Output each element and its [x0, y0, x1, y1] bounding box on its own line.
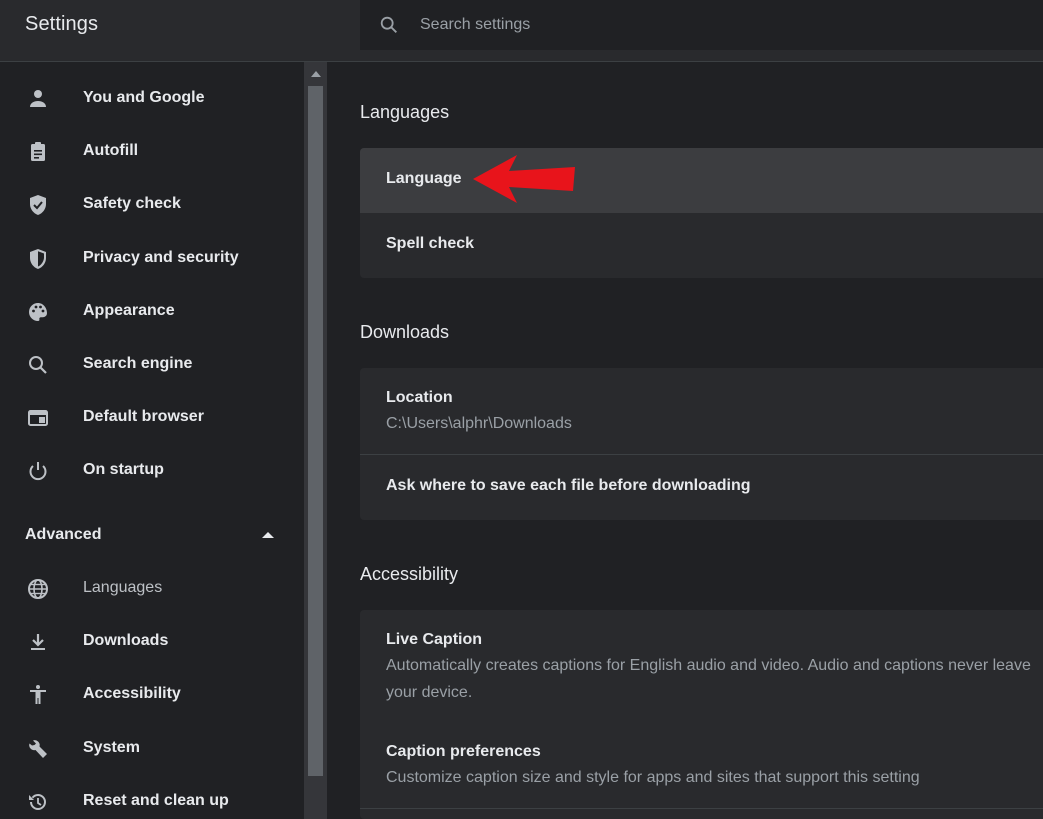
sidebar-item-label: Default browser: [83, 408, 204, 425]
person-icon: [30, 90, 46, 107]
caption-preferences-row[interactable]: Caption preferences Customize caption si…: [360, 722, 1043, 808]
language-row[interactable]: Language: [360, 148, 1043, 213]
sidebar-item-label: Downloads: [83, 632, 169, 649]
live-caption-description: Automatically creates captions for Engli…: [386, 657, 1031, 701]
sidebar-item-on-startup[interactable]: On startup: [0, 449, 300, 493]
sidebar-item-default-browser[interactable]: Default browser: [0, 396, 300, 440]
accessibility-icon: [30, 685, 46, 704]
sidebar: You and Google Autofill Safety check Pri…: [0, 62, 304, 819]
ask-where-to-save-row[interactable]: Ask where to save each file before downl…: [360, 455, 1043, 520]
palette-icon: [29, 303, 47, 321]
advanced-toggle-label[interactable]: Advanced: [25, 526, 101, 544]
caption-preferences-description: Customize caption size and style for app…: [386, 769, 920, 786]
chevron-up-icon[interactable]: [262, 532, 274, 538]
download-location-row[interactable]: Location C:\Users\alphr\Downloads: [360, 368, 1043, 454]
divider: [360, 808, 1043, 809]
shield-check-icon: [30, 195, 46, 215]
language-row-label: Language: [386, 170, 462, 187]
sidebar-item-reset[interactable]: Reset and clean up: [0, 780, 300, 819]
search-input[interactable]: [420, 12, 1020, 38]
sidebar-item-label: You and Google: [83, 89, 205, 106]
sidebar-item-label: On startup: [83, 461, 164, 478]
sidebar-item-privacy[interactable]: Privacy and security: [0, 237, 300, 281]
download-location-label: Location: [386, 389, 453, 406]
section-title-downloads: Downloads: [360, 322, 450, 342]
sidebar-item-downloads[interactable]: Downloads: [0, 620, 300, 664]
shield-icon: [30, 249, 46, 269]
download-icon: [31, 634, 45, 650]
sidebar-item-label: Accessibility: [83, 685, 181, 702]
sidebar-item-label: Privacy and security: [83, 249, 239, 266]
sidebar-item-you-and-google[interactable]: You and Google: [0, 77, 300, 121]
sidebar-item-system[interactable]: System: [0, 727, 300, 771]
app-title: Settings: [25, 13, 99, 35]
sidebar-item-label: System: [83, 739, 140, 756]
ask-where-to-save-label: Ask where to save each file before downl…: [386, 477, 751, 494]
sidebar-item-label: Autofill: [83, 142, 139, 159]
sidebar-item-appearance[interactable]: Appearance: [0, 290, 300, 334]
live-caption-row[interactable]: Live Caption Automatically creates capti…: [360, 610, 1043, 722]
sidebar-item-label: Appearance: [83, 302, 175, 319]
restore-icon: [29, 793, 46, 810]
spell-check-row-label: Spell check: [386, 235, 475, 252]
main-content: Languages Language Spell check Downloads…: [327, 62, 1043, 819]
download-location-value: C:\Users\alphr\Downloads: [386, 415, 572, 432]
sidebar-item-label: Reset and clean up: [83, 792, 229, 809]
accessibility-card: Live Caption Automatically creates capti…: [360, 610, 1043, 819]
sidebar-item-languages[interactable]: Languages: [0, 567, 300, 611]
power-icon: [29, 462, 47, 481]
live-caption-label: Live Caption: [386, 631, 483, 648]
section-title-languages: Languages: [360, 102, 450, 122]
spell-check-row[interactable]: Spell check: [360, 213, 1043, 278]
section-title-accessibility: Accessibility: [360, 564, 459, 584]
scroll-thumb[interactable]: [308, 86, 323, 776]
search-box[interactable]: [360, 0, 1043, 50]
sidebar-item-label: Languages: [83, 579, 163, 596]
sidebar-item-safety-check[interactable]: Safety check: [0, 183, 300, 227]
wrench-icon: [29, 740, 47, 758]
clipboard-icon: [31, 142, 45, 161]
sidebar-item-label: Safety check: [83, 195, 181, 212]
sidebar-item-label: Search engine: [83, 355, 193, 372]
sidebar-item-accessibility[interactable]: Accessibility: [0, 673, 300, 717]
caption-preferences-label: Caption preferences: [386, 743, 541, 760]
scroll-up-arrow-icon[interactable]: [311, 71, 321, 77]
sidebar-scrollbar[interactable]: [304, 62, 327, 819]
downloads-card: Location C:\Users\alphr\Downloads Ask wh…: [360, 368, 1043, 520]
search-icon: [380, 16, 397, 33]
browser-icon: [28, 410, 48, 426]
sidebar-item-autofill[interactable]: Autofill: [0, 130, 300, 174]
sidebar-item-search-engine[interactable]: Search engine: [0, 343, 300, 387]
globe-icon: [28, 579, 48, 599]
red-arrow-annotation-icon: [473, 155, 575, 203]
top-bar: Settings: [0, 0, 1043, 62]
search-icon: [29, 356, 47, 374]
languages-card: Language Spell check: [360, 148, 1043, 278]
